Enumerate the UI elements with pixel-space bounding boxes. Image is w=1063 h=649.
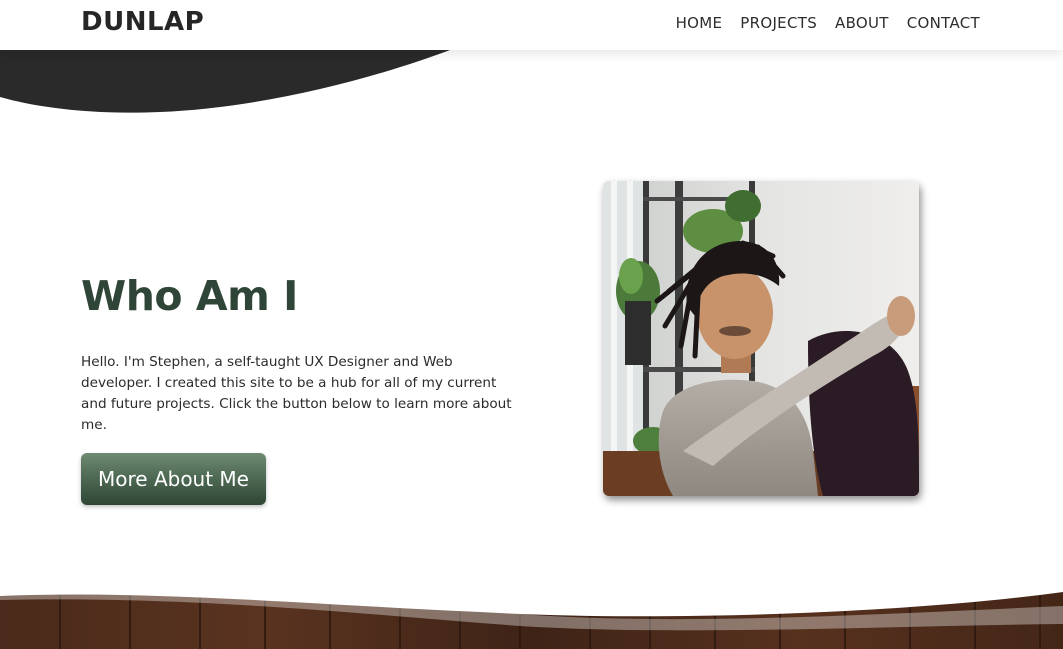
navbar: DUNLAP HOME PROJECTS ABOUT CONTACT bbox=[0, 0, 1063, 50]
more-about-me-button[interactable]: More About Me bbox=[81, 453, 266, 505]
top-decorative-wave bbox=[0, 50, 450, 113]
wood-footer-band bbox=[0, 584, 1063, 649]
nav-menu: HOME PROJECTS ABOUT CONTACT bbox=[676, 14, 980, 32]
intro-paragraph: Hello. I'm Stephen, a self-taught UX Des… bbox=[81, 354, 512, 433]
nav-link-projects[interactable]: PROJECTS bbox=[740, 14, 817, 32]
nav-link-about[interactable]: ABOUT bbox=[835, 14, 889, 32]
page-title: Who Am I bbox=[81, 272, 298, 320]
profile-photo bbox=[603, 181, 919, 496]
nav-link-contact[interactable]: CONTACT bbox=[907, 14, 980, 32]
site-logo[interactable]: DUNLAP bbox=[81, 7, 204, 37]
portrait-illustration bbox=[603, 181, 919, 496]
nav-link-home[interactable]: HOME bbox=[676, 14, 723, 32]
